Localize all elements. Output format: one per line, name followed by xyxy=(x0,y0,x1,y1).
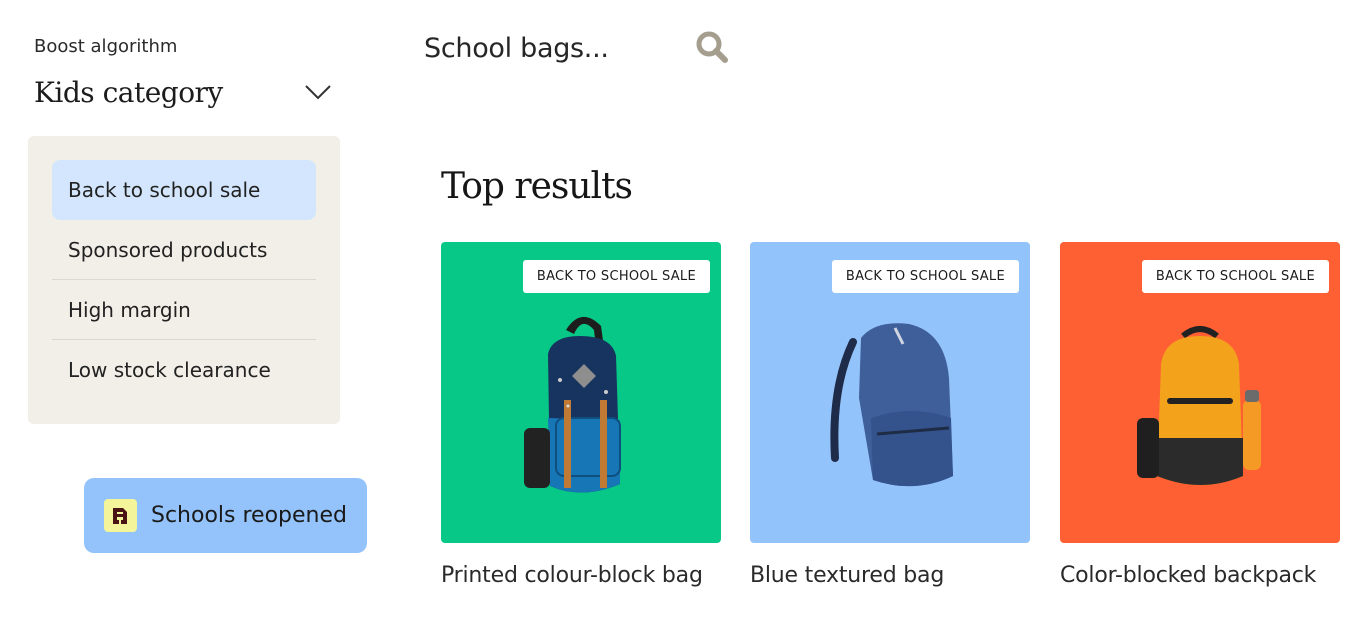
product-name[interactable]: Printed colour-block bag xyxy=(441,563,721,588)
sale-tag: BACK TO SCHOOL SALE xyxy=(522,260,710,293)
boost-algorithm-label: Boost algorithm xyxy=(34,36,178,57)
sale-tag: BACK TO SCHOOL SALE xyxy=(831,260,1019,293)
search-icon xyxy=(696,31,728,63)
product-name[interactable]: Blue textured bag xyxy=(750,563,1030,588)
product-image[interactable]: BACK TO SCHOOL SALE xyxy=(441,242,721,543)
sale-tag: BACK TO SCHOOL SALE xyxy=(1141,260,1329,293)
school-building-icon xyxy=(104,499,137,532)
results-title: Top results xyxy=(441,166,633,207)
algorithm-item-back-to-school-sale[interactable]: Back to school sale xyxy=(52,160,316,220)
category-dropdown-value: Kids category xyxy=(34,75,223,109)
backpack-image xyxy=(830,323,953,487)
search-button[interactable] xyxy=(692,28,732,68)
algorithm-item-high-margin[interactable]: High margin xyxy=(52,280,316,340)
chevron-down-icon xyxy=(305,85,331,100)
backpack-image xyxy=(524,316,621,493)
product-image[interactable]: BACK TO SCHOOL SALE xyxy=(1060,242,1340,543)
product-image[interactable]: BACK TO SCHOOL SALE xyxy=(750,242,1030,543)
product-name[interactable]: Color-blocked backpack xyxy=(1060,563,1340,588)
product-card[interactable]: BACK TO SCHOOL SALE Color-blocked backpa… xyxy=(1060,242,1340,588)
search-bar xyxy=(400,0,766,96)
category-dropdown[interactable]: Kids category xyxy=(34,70,334,114)
algorithm-item-low-stock-clearance[interactable]: Low stock clearance xyxy=(52,340,316,400)
chip-label: Schools reopened xyxy=(151,503,347,528)
algorithm-item-sponsored-products[interactable]: Sponsored products xyxy=(52,220,316,280)
backpack-image xyxy=(1137,326,1261,485)
product-card[interactable]: BACK TO SCHOOL SALE Blue textured bag xyxy=(750,242,1030,588)
schools-reopened-chip[interactable]: Schools reopened xyxy=(84,478,367,553)
product-card[interactable]: BACK TO SCHOOL SALE Printed colour-block… xyxy=(441,242,721,588)
algorithm-list: Back to school sale Sponsored products H… xyxy=(28,136,340,424)
search-input[interactable] xyxy=(422,31,692,65)
